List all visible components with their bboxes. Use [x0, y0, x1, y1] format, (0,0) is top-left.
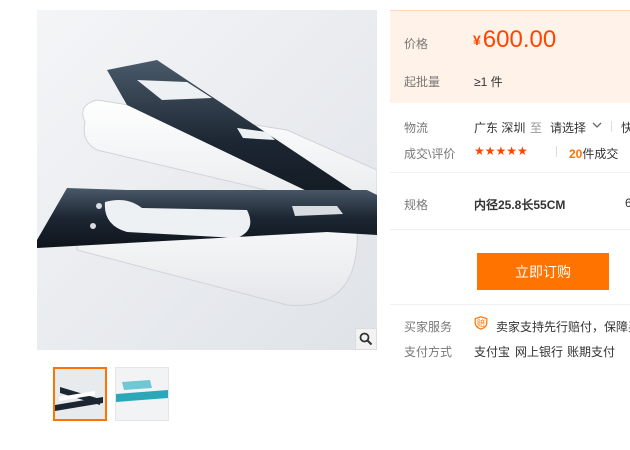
currency-symbol: ¥ — [473, 32, 481, 48]
payment-alipay: 支付宝 — [474, 345, 511, 359]
logistics-label: 物流 — [404, 121, 429, 135]
price-value: ¥600.00 — [473, 26, 556, 54]
product-photo — [37, 10, 377, 350]
buy-now-button[interactable]: 立即订购 — [477, 253, 609, 290]
separator — [556, 146, 557, 157]
rating-stars[interactable]: ★★★★★ — [474, 144, 528, 158]
section-divider — [390, 304, 630, 305]
section-divider — [390, 229, 630, 230]
moq-label: 起批量 — [404, 75, 441, 89]
service-label: 买家服务 — [404, 320, 453, 334]
payment-online-bank: 网上银行 — [515, 345, 564, 359]
separator — [611, 121, 612, 132]
price-amount: 600.00 — [482, 26, 557, 53]
moq-value: ≥1 件 — [474, 75, 503, 89]
logistics-origin: 广东 深圳 — [474, 121, 526, 135]
payment-label: 支付方式 — [404, 345, 453, 359]
thumbnail-image — [116, 368, 168, 420]
service-text[interactable]: 卖家支持先行赔付，保障买家 — [496, 318, 630, 335]
chevron-down-icon[interactable] — [592, 121, 602, 129]
spec-value[interactable]: 内径25.8长55CM — [474, 196, 565, 213]
destination-select[interactable]: 请选择 — [550, 119, 586, 136]
zoom-button[interactable] — [355, 328, 377, 350]
payment-credit-term: 账期支付 — [567, 345, 616, 359]
deals-count[interactable]: 20件成交 — [569, 145, 618, 162]
section-divider — [390, 172, 630, 173]
main-product-image[interactable] — [37, 10, 377, 350]
svg-text:赔: 赔 — [477, 318, 485, 328]
thumbnail-2[interactable] — [115, 367, 169, 421]
logistics-extra: 快 — [621, 121, 630, 135]
reviews-label: 成交\评价 — [404, 147, 456, 161]
thumbnail-1[interactable] — [53, 367, 107, 421]
magnifier-icon — [359, 332, 373, 346]
spec-label: 规格 — [404, 198, 429, 212]
deals-suffix: 件成交 — [582, 147, 619, 161]
logistics-to: 至 — [530, 121, 543, 135]
guarantee-shield-icon: 赔 — [474, 316, 488, 330]
spec-extra: 6 — [625, 196, 630, 210]
price-label: 价格 — [404, 37, 429, 51]
thumbnail-image — [55, 369, 105, 419]
deals-number: 20 — [569, 147, 583, 161]
